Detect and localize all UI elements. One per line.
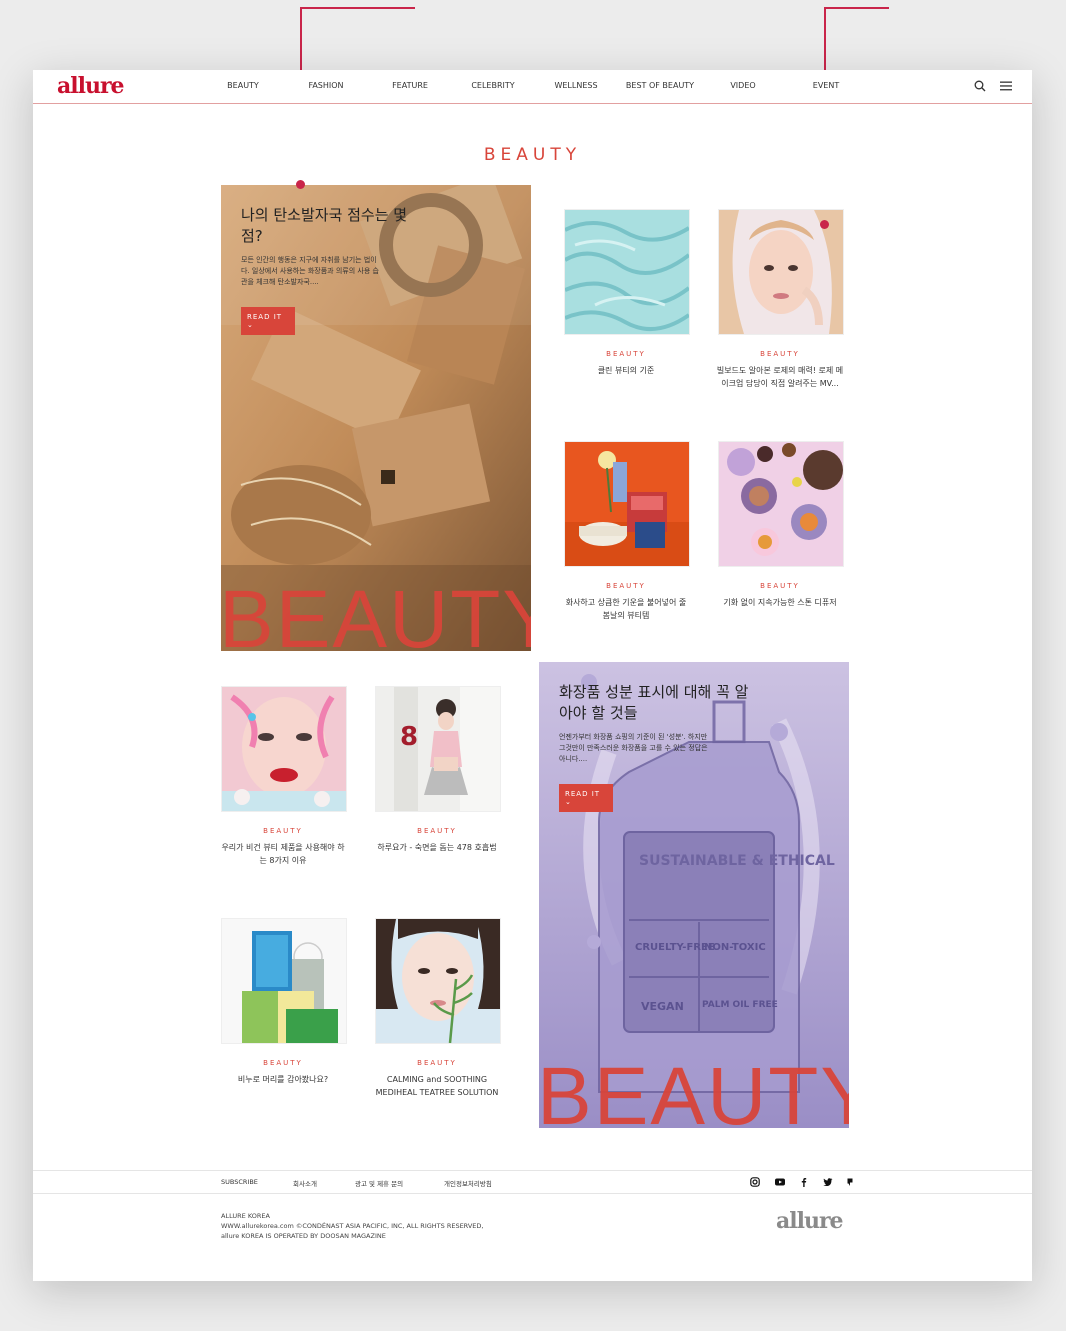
nav-item-best-of-beauty[interactable]: BEST OF BEAUTY [626,81,694,90]
read-it-button[interactable]: READ IT ⌄ [559,784,613,812]
article-category: BEAUTY [417,1059,457,1067]
article-thumb-diffuser[interactable] [718,441,844,567]
nav-item-celebrity[interactable]: CELEBRITY [471,81,514,90]
nav-item-event[interactable]: EVENT [813,81,839,90]
article-category: BEAUTY [760,350,800,358]
article-title[interactable]: 빌보드도 알아본 로제의 매력! 로제 메이크업 담당이 직접 알려주는 MV.… [715,364,845,390]
yoga-breathing-image: 8 [376,687,500,811]
vegan-beauty-face-image [222,687,346,811]
article-title[interactable]: 비누로 머리를 감아봤나요? [218,1073,348,1086]
instagram-icon[interactable] [750,1177,760,1187]
nav-item-feature[interactable]: FEATURE [392,81,428,90]
label-sustainable: SUSTAINABLE & ETHICAL [639,853,835,869]
label-vegan: VEGAN [641,1000,684,1013]
mediheal-portrait-image [376,919,500,1043]
blog-icon[interactable] [845,1177,855,1187]
read-it-label: READ IT [247,313,283,321]
feature-card-ingredients[interactable]: SUSTAINABLE & ETHICAL CRUELTY-FREE NON-T… [539,662,849,1128]
section-title: BEAUTY [483,145,582,165]
soap-bars-image [222,919,346,1043]
site-header: allure BEAUTY FASHION FEATURE CELEBRITY … [33,70,1032,104]
article-title[interactable]: 기화 없이 지속가능한 스톤 디퓨저 [715,596,845,609]
page: allure BEAUTY FASHION FEATURE CELEBRITY … [33,70,1032,1281]
label-non-toxic: NON-TOXIC [704,942,766,953]
feature-excerpt: 모든 인간의 행동은 지구에 자취를 남기는 법이다. 일상에서 사용하는 화장… [241,256,379,286]
stone-diffuser-image [719,442,843,566]
label-cruelty-free: CRUELTY-FREE [635,942,715,953]
article-category: BEAUTY [263,827,303,835]
twitter-icon[interactable] [823,1177,833,1187]
menu-icon[interactable] [1000,81,1012,91]
water-ripple-image [565,210,689,334]
footer-allure-logo[interactable]: allure [776,1208,844,1234]
callout-dot-2 [820,220,829,229]
article-title[interactable]: 하루요가 - 숙면을 돕는 478 호흡법 [372,841,502,854]
footer-link-privacy[interactable]: 개인정보처리방침 [444,1178,492,1188]
footer-link-advertising[interactable]: 광고 및 제휴 문의 [355,1178,403,1188]
footer-divider-top [33,1170,1032,1171]
feature-card-carbon[interactable]: 나의 탄소발자국 점수는 몇 점? 모든 인간의 행동은 지구에 자취를 남기는… [221,185,531,651]
article-title[interactable]: 화사하고 상큼한 기운을 불어넣어 줄 봄날의 뷰티템 [561,596,691,622]
yoga-number: 8 [400,722,418,752]
footer-operator: allure KOREA IS OPERATED BY DOOSAN MAGAZ… [221,1232,386,1240]
nav-item-wellness[interactable]: WELLNESS [554,81,597,90]
article-title[interactable]: CALMING and SOOTHING MEDIHEAL TEATREE SO… [372,1073,502,1099]
facebook-icon[interactable] [799,1177,809,1187]
chevron-down-icon: ⌄ [247,321,254,329]
article-thumb-mediheal[interactable] [375,918,501,1044]
label-palm-oil-free: PALM OIL FREE [702,1000,778,1010]
callout-dot-1 [296,180,305,189]
read-it-button[interactable]: READ IT ⌄ [241,307,295,335]
nav-item-beauty[interactable]: BEAUTY [227,81,259,90]
read-it-label: READ IT [565,790,601,798]
feature-bigword: BEAUTY [221,574,531,652]
chevron-down-icon: ⌄ [565,798,572,806]
spring-beauty-items-image [565,442,689,566]
feature-bigword: BEAUTY [539,1051,849,1129]
article-category: BEAUTY [606,350,646,358]
article-title[interactable]: 우리가 비건 뷰티 제품을 사용해야 하는 8가지 이유 [218,841,348,867]
article-thumb-soap[interactable] [221,918,347,1044]
feature-headline[interactable]: 화장품 성분 표시에 대해 꼭 알아야 할 것들 [559,682,749,724]
callout-line-2-horizontal [824,7,889,9]
article-category: BEAUTY [760,582,800,590]
article-thumb-spring[interactable] [564,441,690,567]
search-icon[interactable] [974,80,986,92]
article-thumb-clean-beauty[interactable] [564,209,690,335]
article-category: BEAUTY [417,827,457,835]
footer-link-about[interactable]: 회사소개 [293,1178,317,1188]
article-title[interactable]: 클린 뷰티의 기준 [561,364,691,377]
nav-item-video[interactable]: VIDEO [730,81,755,90]
footer-divider-bottom [33,1193,1032,1194]
feature-headline[interactable]: 나의 탄소발자국 점수는 몇 점? [241,205,421,247]
feature-excerpt: 언젠가부터 화장품 쇼핑의 기준이 된 '성분'. 하지만 그것만이 만족스러운… [559,733,708,763]
main-nav: BEAUTY FASHION FEATURE CELEBRITY WELLNES… [33,70,1032,103]
footer-company: ALLURE KOREA [221,1212,270,1220]
article-thumb-vegan[interactable] [221,686,347,812]
callout-line-1-horizontal [300,7,415,9]
footer-copyright: WWW.allurekorea.com ©CONDÉNAST ASIA PACI… [221,1222,484,1230]
article-category: BEAUTY [606,582,646,590]
footer-link-subscribe[interactable]: SUBSCRIBE [221,1178,258,1186]
youtube-icon[interactable] [775,1177,785,1187]
article-thumb-yoga[interactable]: 8 [375,686,501,812]
article-category: BEAUTY [263,1059,303,1067]
nav-item-fashion[interactable]: FASHION [308,81,343,90]
